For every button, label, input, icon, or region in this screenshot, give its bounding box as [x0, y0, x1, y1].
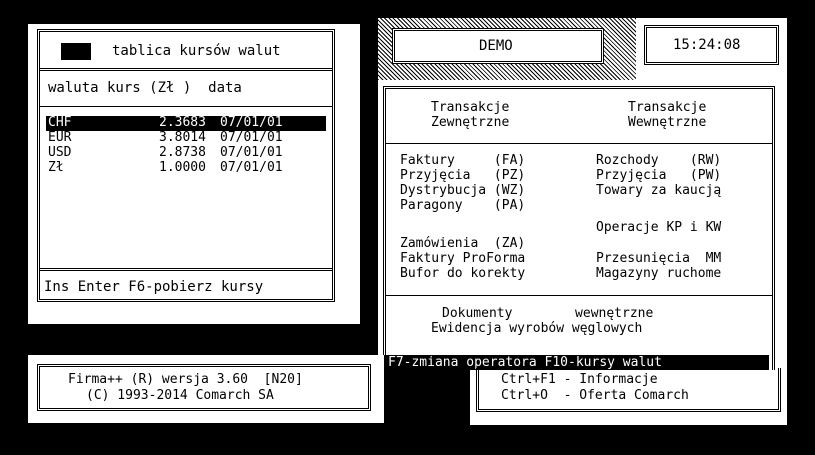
version-info: Firma++ (R) wersja 3.60 [N20]: [68, 372, 303, 387]
currency-code: USD: [48, 145, 72, 160]
header-divider: [40, 106, 332, 107]
menu-item-invoices[interactable]: Faktury (FA): [400, 154, 525, 168]
internal-transactions-header: Transakcje: [628, 100, 707, 115]
menu-divider-bottom: [386, 295, 772, 296]
demo-label: DEMO: [479, 38, 513, 54]
menu-item-cash-operations[interactable]: Operacje KP i KW: [596, 221, 721, 235]
demo-banner: DEMO: [378, 18, 636, 80]
table-row[interactable]: EUR 3.8014 07/01/01: [46, 131, 326, 146]
currency-date: 07/01/01: [220, 130, 283, 145]
external-transactions-subheader: Zewnętrzne: [431, 115, 510, 130]
menu-item-deposit-goods[interactable]: Towary za kaucją: [596, 184, 721, 198]
clock-time: 15:24:08: [673, 37, 741, 53]
table-row-selected[interactable]: CHF 2.3683 07/01/01: [46, 116, 326, 131]
external-transactions-header: Transakcje: [431, 100, 510, 115]
currency-code: EUR: [48, 130, 72, 145]
menu-item-issues-rw[interactable]: Rozchody (RW): [596, 154, 721, 168]
window-marker-block: [61, 43, 91, 60]
currency-rate: 3.8014: [159, 130, 206, 145]
menu-item-internal-documents[interactable]: Dokumenty wewnętrzne: [442, 307, 653, 321]
rates-footer-label: Ins Enter F6-pobierz kursy: [44, 279, 264, 295]
menu-divider-top: [386, 143, 772, 144]
main-menu: Transakcje Zewnętrzne Transakcje Wewnętr…: [383, 86, 775, 370]
internal-transactions-subheader: Wewnętrzne: [628, 115, 707, 130]
currency-date: 07/01/01: [220, 115, 283, 130]
menu-item-coal-products[interactable]: Ewidencja wyrobów węglowych: [431, 322, 642, 336]
copyright-info: (C) 1993-2014 Comarch SA: [86, 388, 274, 403]
menu-item-orders[interactable]: Zamówienia (ZA): [400, 237, 525, 251]
shortcut-offer[interactable]: Ctrl+O - Oferta Comarch: [501, 389, 689, 403]
shortcuts-box: Ctrl+F1 - Informacje Ctrl+O - Oferta Com…: [476, 368, 781, 412]
table-row[interactable]: Zł 1.0000 07/01/01: [46, 161, 326, 176]
footer-divider: [40, 268, 332, 271]
title-divider: [40, 68, 332, 71]
menu-item-receipts-pw[interactable]: Przyjęcia (PW): [596, 169, 721, 183]
menu-item-transfers[interactable]: Przesunięcia MM: [596, 252, 721, 266]
menu-item-correction-buffer[interactable]: Bufor do korekty: [400, 267, 525, 281]
currency-code: Zł: [48, 160, 64, 175]
rates-window: tablica kursów walut waluta kurs (Zł ) d…: [37, 29, 335, 302]
rates-column-headers: waluta kurs (Zł ) data: [48, 80, 242, 96]
currency-rate: 2.3683: [159, 115, 206, 130]
currency-date: 07/01/01: [220, 160, 283, 175]
about-box: Firma++ (R) wersja 3.60 [N20] (C) 1993-2…: [37, 364, 371, 411]
currency-date: 07/01/01: [220, 145, 283, 160]
clock-box: 15:24:08: [644, 25, 779, 65]
menu-item-distribution[interactable]: Dystrybucja (WZ): [400, 184, 525, 198]
demo-label-box: DEMO: [392, 28, 604, 64]
menu-item-mobile-warehouses[interactable]: Magazyny ruchome: [596, 267, 721, 281]
currency-code: CHF: [48, 115, 72, 130]
rates-footer-hotkeys[interactable]: Ins Enter F6-pobierz kursy: [40, 279, 332, 296]
table-row[interactable]: USD 2.8738 07/01/01: [46, 146, 326, 161]
menu-item-receipts-pa[interactable]: Paragony (PA): [400, 199, 525, 213]
currency-rate: 1.0000: [159, 160, 206, 175]
rates-window-title: tablica kursów walut: [112, 43, 281, 59]
shortcut-info[interactable]: Ctrl+F1 - Informacje: [501, 373, 658, 387]
menu-item-receipts-pz[interactable]: Przyjęcia (PZ): [400, 169, 525, 183]
currency-rate: 2.8738: [159, 145, 206, 160]
menu-item-proforma[interactable]: Faktury ProForma: [400, 252, 525, 266]
